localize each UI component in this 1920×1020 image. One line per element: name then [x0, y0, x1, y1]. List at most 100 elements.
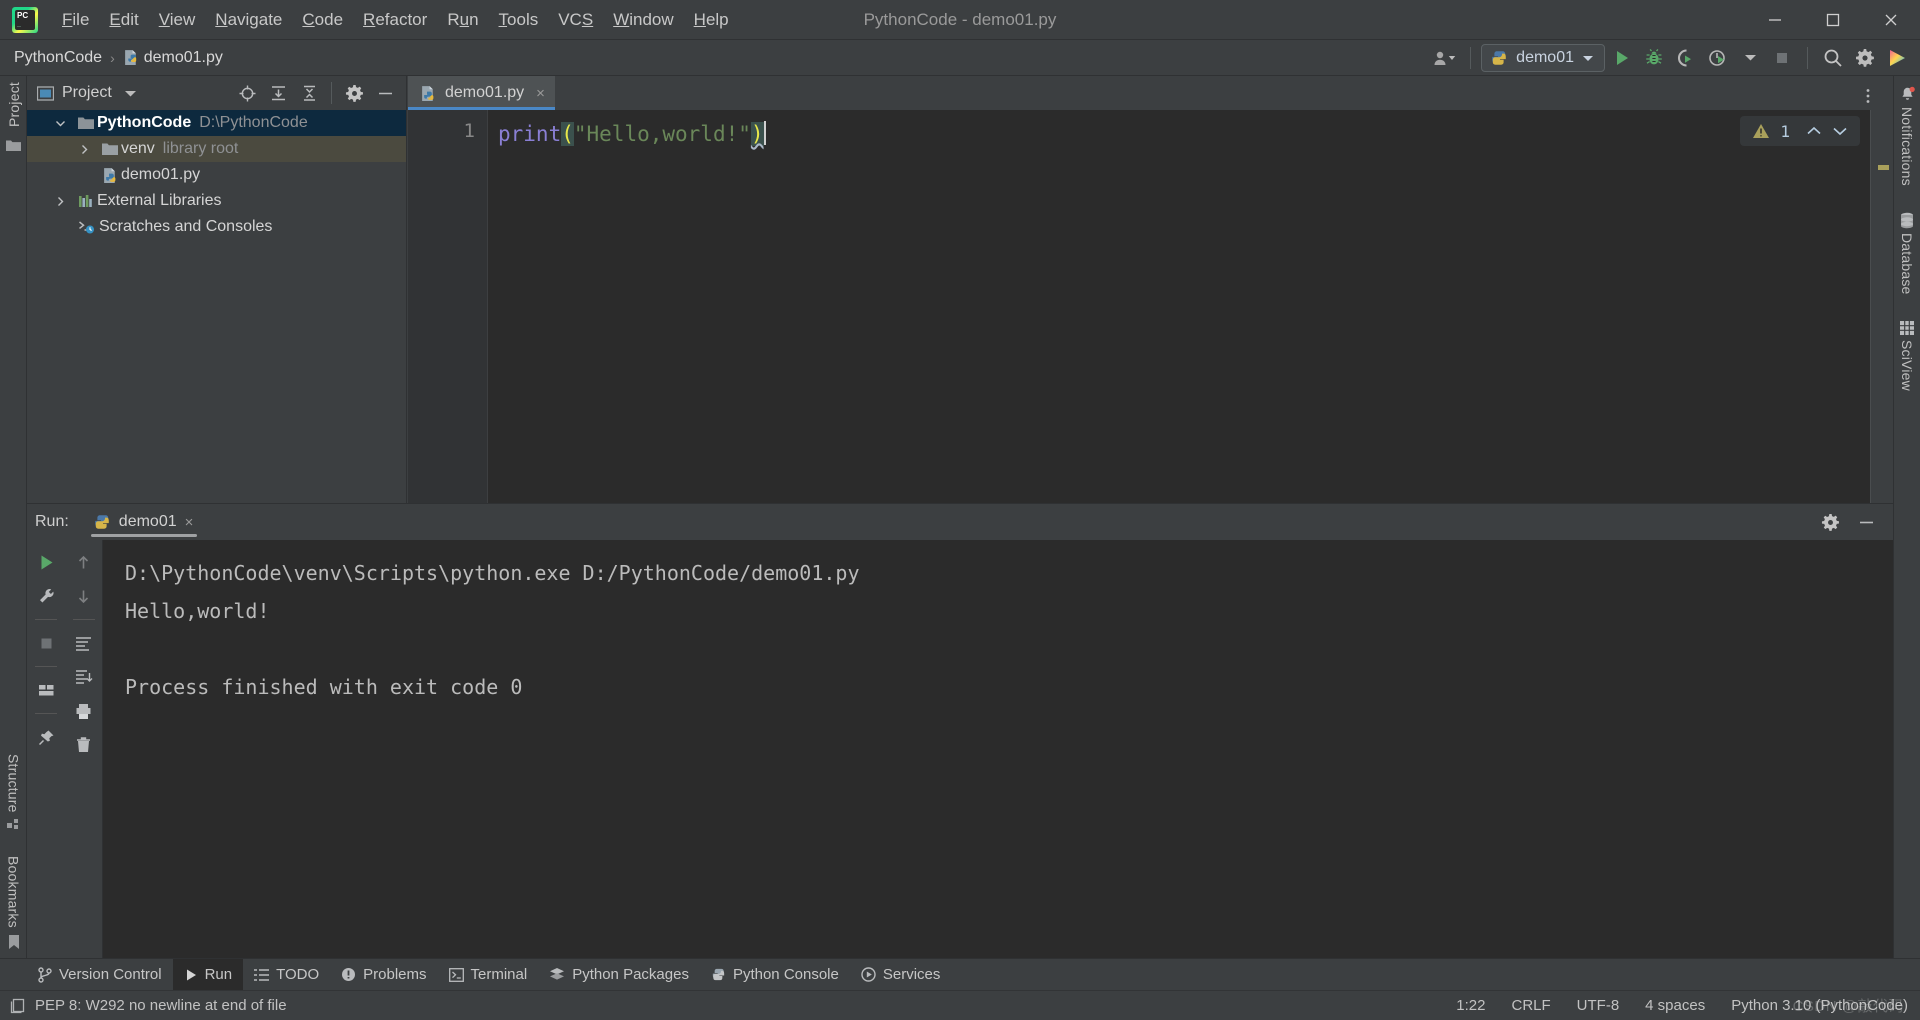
bottom-tab-services[interactable]: Services [850, 959, 952, 991]
tree-node-external-libraries[interactable]: External Libraries [27, 188, 406, 214]
layout-icon[interactable] [30, 674, 62, 706]
menu-bar[interactable]: File Edit View Navigate Code Refactor Ru… [52, 6, 739, 34]
menu-item-navigate[interactable]: Navigate [205, 6, 292, 34]
ai-assistant-icon[interactable] [1882, 44, 1912, 72]
run-tab-demo01[interactable]: demo01 × [87, 505, 202, 539]
breadcrumb-project[interactable]: PythonCode [14, 49, 102, 67]
tree-node-venv[interactable]: venv library root [27, 136, 406, 162]
chevron-down-icon[interactable] [124, 89, 137, 98]
rerun-icon[interactable] [30, 546, 62, 578]
bottom-tab-python-packages[interactable]: Python Packages [538, 959, 700, 991]
close-icon[interactable]: × [536, 85, 545, 102]
editor-tab-label: demo01.py [445, 84, 525, 101]
bottom-tab-problems[interactable]: Problems [330, 959, 437, 991]
stop-icon[interactable] [30, 627, 62, 659]
stripe-label-bookmarks[interactable]: Bookmarks [6, 856, 22, 928]
project-folder-icon[interactable] [6, 139, 21, 152]
menu-item-help[interactable]: Help [684, 6, 739, 34]
tree-node-pythoncode[interactable]: PythonCode D:\PythonCode [27, 110, 406, 136]
run-console-output[interactable]: D:\PythonCode\venv\Scripts\python.exe D:… [103, 540, 1893, 958]
status-interpreter[interactable]: Python 3.10 (PythonCode) [1731, 997, 1908, 1014]
collapse-all-icon[interactable] [294, 79, 324, 107]
stripe-label-structure[interactable]: Structure [6, 754, 22, 813]
menu-item-view[interactable]: View [149, 6, 206, 34]
run-console-toolbar[interactable] [65, 540, 103, 958]
stripe-label-sciview[interactable]: SciView [1899, 340, 1915, 391]
run-icon[interactable] [1607, 44, 1637, 72]
pin-icon[interactable] [30, 721, 62, 753]
status-caret-position[interactable]: 1:22 [1456, 997, 1485, 1014]
breadcrumb[interactable]: PythonCode › demo01.py [14, 49, 223, 67]
scroll-down-icon[interactable] [68, 580, 100, 612]
chevron-down-icon[interactable] [55, 118, 75, 129]
select-opened-file-icon[interactable] [232, 79, 262, 107]
window-controls[interactable] [1746, 0, 1920, 40]
editor-tab-demo01[interactable]: demo01.py × [408, 76, 555, 110]
run-left-toolbar[interactable] [27, 540, 65, 958]
chevron-up-icon[interactable] [1806, 126, 1822, 136]
menu-item-tools[interactable]: Tools [489, 6, 549, 34]
settings-gear-icon[interactable] [1815, 508, 1845, 536]
chevron-right-icon[interactable] [79, 144, 99, 155]
tree-node-scratches[interactable]: Scratches and Consoles [27, 214, 406, 240]
stripe-button-database[interactable]: Database [1899, 212, 1915, 295]
clear-all-icon[interactable] [68, 729, 100, 761]
bottom-tab-python-console[interactable]: Python Console [700, 959, 850, 991]
stop-icon[interactable] [1767, 44, 1797, 72]
tree-node-demo01[interactable]: demo01.py [27, 162, 406, 188]
print-icon[interactable] [68, 695, 100, 727]
bottom-tab-run[interactable]: Run [172, 958, 244, 991]
search-icon[interactable] [1818, 44, 1848, 72]
run-coverage-icon[interactable] [1671, 44, 1701, 72]
editor-options-icon[interactable] [1853, 82, 1883, 110]
profile-icon[interactable] [1703, 44, 1733, 72]
scroll-to-end-icon[interactable] [68, 661, 100, 693]
menu-item-run[interactable]: Run [437, 6, 488, 34]
menu-item-code[interactable]: Code [292, 6, 353, 34]
menu-item-vcs[interactable]: VCS [548, 6, 603, 34]
bookmark-icon[interactable] [7, 934, 21, 950]
database-icon[interactable] [1899, 212, 1915, 229]
wrench-icon[interactable] [30, 580, 62, 612]
run-window-label: Run: [35, 513, 69, 530]
settings-gear-icon[interactable] [1850, 44, 1880, 72]
user-account-icon[interactable] [1430, 44, 1460, 72]
menu-item-edit[interactable]: Edit [99, 6, 148, 34]
bottom-tab-todo[interactable]: TODO [243, 959, 330, 991]
menu-item-file[interactable]: File [52, 6, 99, 34]
menu-item-refactor[interactable]: Refactor [353, 6, 437, 34]
stripe-label-notifications[interactable]: Notifications [1899, 107, 1915, 186]
expand-all-icon[interactable] [263, 79, 293, 107]
inspection-widget[interactable]: 1 [1740, 116, 1860, 146]
stripe-label-project[interactable]: Project [6, 82, 22, 127]
close-icon[interactable]: × [185, 514, 194, 531]
bottom-tab-version-control[interactable]: Version Control [27, 959, 173, 991]
stripe-label-database[interactable]: Database [1899, 233, 1915, 295]
minimize-icon[interactable] [1746, 0, 1804, 40]
structure-icon[interactable] [6, 818, 21, 832]
main-toolbar[interactable]: demo01 [1430, 43, 1920, 72]
hide-icon[interactable] [1851, 508, 1881, 536]
scroll-up-icon[interactable] [68, 546, 100, 578]
stripe-button-notifications[interactable]: Notifications [1899, 86, 1916, 186]
run-configuration-selector[interactable]: demo01 [1481, 43, 1605, 72]
sciview-grid-icon[interactable] [1899, 320, 1915, 336]
bell-icon[interactable] [1899, 86, 1916, 103]
stripe-button-sciview[interactable]: SciView [1899, 320, 1915, 391]
hide-icon[interactable] [370, 79, 400, 107]
warning-marker[interactable] [1878, 165, 1889, 170]
status-indent[interactable]: 4 spaces [1645, 997, 1705, 1014]
chevron-down-icon[interactable] [1832, 126, 1848, 136]
breadcrumb-file[interactable]: demo01.py [144, 49, 223, 67]
menu-item-window[interactable]: Window [603, 6, 683, 34]
status-encoding[interactable]: UTF-8 [1577, 997, 1620, 1014]
settings-gear-icon[interactable] [339, 79, 369, 107]
debug-icon[interactable] [1639, 44, 1669, 72]
chevron-right-icon[interactable] [55, 196, 75, 207]
maximize-icon[interactable] [1804, 0, 1862, 40]
status-line-separator[interactable]: CRLF [1512, 997, 1551, 1014]
close-icon[interactable] [1862, 0, 1920, 40]
soft-wrap-icon[interactable] [68, 627, 100, 659]
dropdown-icon[interactable] [1735, 44, 1765, 72]
bottom-tab-terminal[interactable]: Terminal [438, 959, 539, 991]
